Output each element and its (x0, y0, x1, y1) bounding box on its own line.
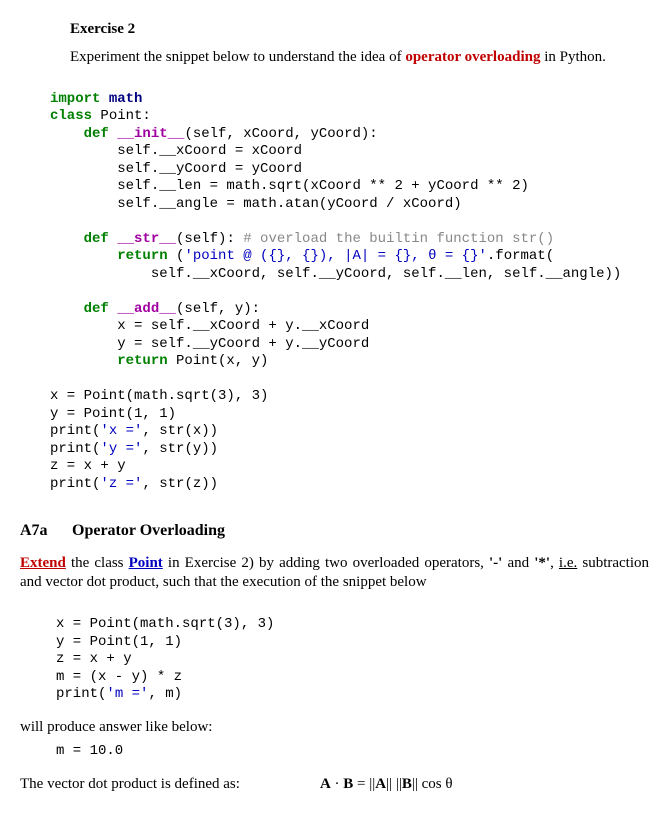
kw: return (50, 248, 168, 264)
section-a7a-heading: A7a Operator Overloading (20, 521, 649, 542)
op-star: '*' (534, 555, 550, 571)
str: 'z =' (100, 476, 142, 492)
tok: (self, xCoord, yCoord): (184, 126, 377, 142)
point-word: Point (129, 555, 163, 571)
tok: print( (50, 476, 100, 492)
t: the class (66, 555, 129, 571)
code-line: self.__angle = math.atan(yCoord / xCoord… (50, 196, 462, 212)
str: 'point @ ({}, {}), |A| = {}, θ = {}' (184, 248, 486, 264)
code-line: x = Point(math.sqrt(3), 3) (50, 388, 268, 404)
tok: , str(x)) (142, 423, 218, 439)
tok: Point: (92, 108, 151, 124)
tok: (self): (176, 231, 243, 247)
code-line: self.__xCoord, self.__yCoord, self.__len… (50, 266, 621, 282)
code-line: self.__len = math.sqrt(xCoord ** 2 + yCo… (50, 178, 529, 194)
tok: print( (50, 423, 100, 439)
str: 'y =' (100, 441, 142, 457)
t: , (550, 555, 559, 571)
intro-pre: Experiment the snippet below to understa… (70, 49, 405, 65)
comment: # overload the builtin function str() (243, 231, 554, 247)
op-minus: '-' (489, 555, 502, 571)
output-block: m = 10.0 (56, 743, 649, 761)
tok: print( (50, 441, 100, 457)
intro-highlight: operator overloading (405, 49, 540, 65)
ie-word: i.e. (559, 555, 577, 571)
intro-post: in Python. (540, 49, 605, 65)
kw: class (50, 108, 92, 124)
code-line: y = self.__yCoord + y.__yCoord (50, 336, 369, 352)
code-line: z = x + y (56, 651, 132, 667)
tok: (self, y): (176, 301, 260, 317)
a7a-p3: will produce answer like below: (20, 718, 649, 738)
tok: , str(y)) (142, 441, 218, 457)
kw: return (50, 353, 168, 369)
tok: __str__ (109, 231, 176, 247)
t: and (502, 555, 534, 571)
tok: ( (168, 248, 185, 264)
str: 'm =' (106, 686, 148, 702)
tok: __add__ (109, 301, 176, 317)
code-line: x = self.__xCoord + y.__xCoord (50, 318, 369, 334)
a7a-p4-row: The vector dot product is defined as: A … (20, 775, 649, 795)
section-label: A7a (20, 521, 68, 542)
code-block-1: import math class Point: def __init__(se… (50, 73, 649, 493)
str: 'x =' (100, 423, 142, 439)
tok: __init__ (109, 126, 185, 142)
exercise2-intro: Experiment the snippet below to understa… (70, 48, 649, 68)
t: in Exercise 2) by adding two overloaded … (163, 555, 489, 571)
code-line: m = (x - y) * z (56, 669, 182, 685)
kw: def (50, 126, 109, 142)
code-line: x = Point(math.sqrt(3), 3) (56, 616, 274, 632)
code-line: y = Point(1, 1) (50, 406, 176, 422)
kw: def (50, 301, 109, 317)
code-line: self.__xCoord = xCoord (50, 143, 302, 159)
code-line: y = Point(1, 1) (56, 634, 182, 650)
tok: print( (56, 686, 106, 702)
a7a-paragraph: Extend the class Point in Exercise 2) by… (20, 554, 649, 593)
tok: .format( (487, 248, 554, 264)
dot-product-formula: A · B = ||A|| ||B|| cos θ (320, 775, 453, 795)
tok: Point(x, y) (168, 353, 269, 369)
extend-word: Extend (20, 555, 66, 571)
a7a-p4: The vector dot product is defined as: (20, 775, 240, 795)
code-line: z = x + y (50, 458, 126, 474)
kw: import (50, 91, 100, 107)
kw: def (50, 231, 109, 247)
exercise2-title: Exercise 2 (70, 20, 649, 40)
section-title: Operator Overloading (72, 522, 225, 539)
code-block-2: x = Point(math.sqrt(3), 3) y = Point(1, … (56, 599, 649, 704)
tok: , m) (148, 686, 182, 702)
tok: math (100, 91, 142, 107)
tok: , str(z)) (142, 476, 218, 492)
code-line: self.__yCoord = yCoord (50, 161, 302, 177)
